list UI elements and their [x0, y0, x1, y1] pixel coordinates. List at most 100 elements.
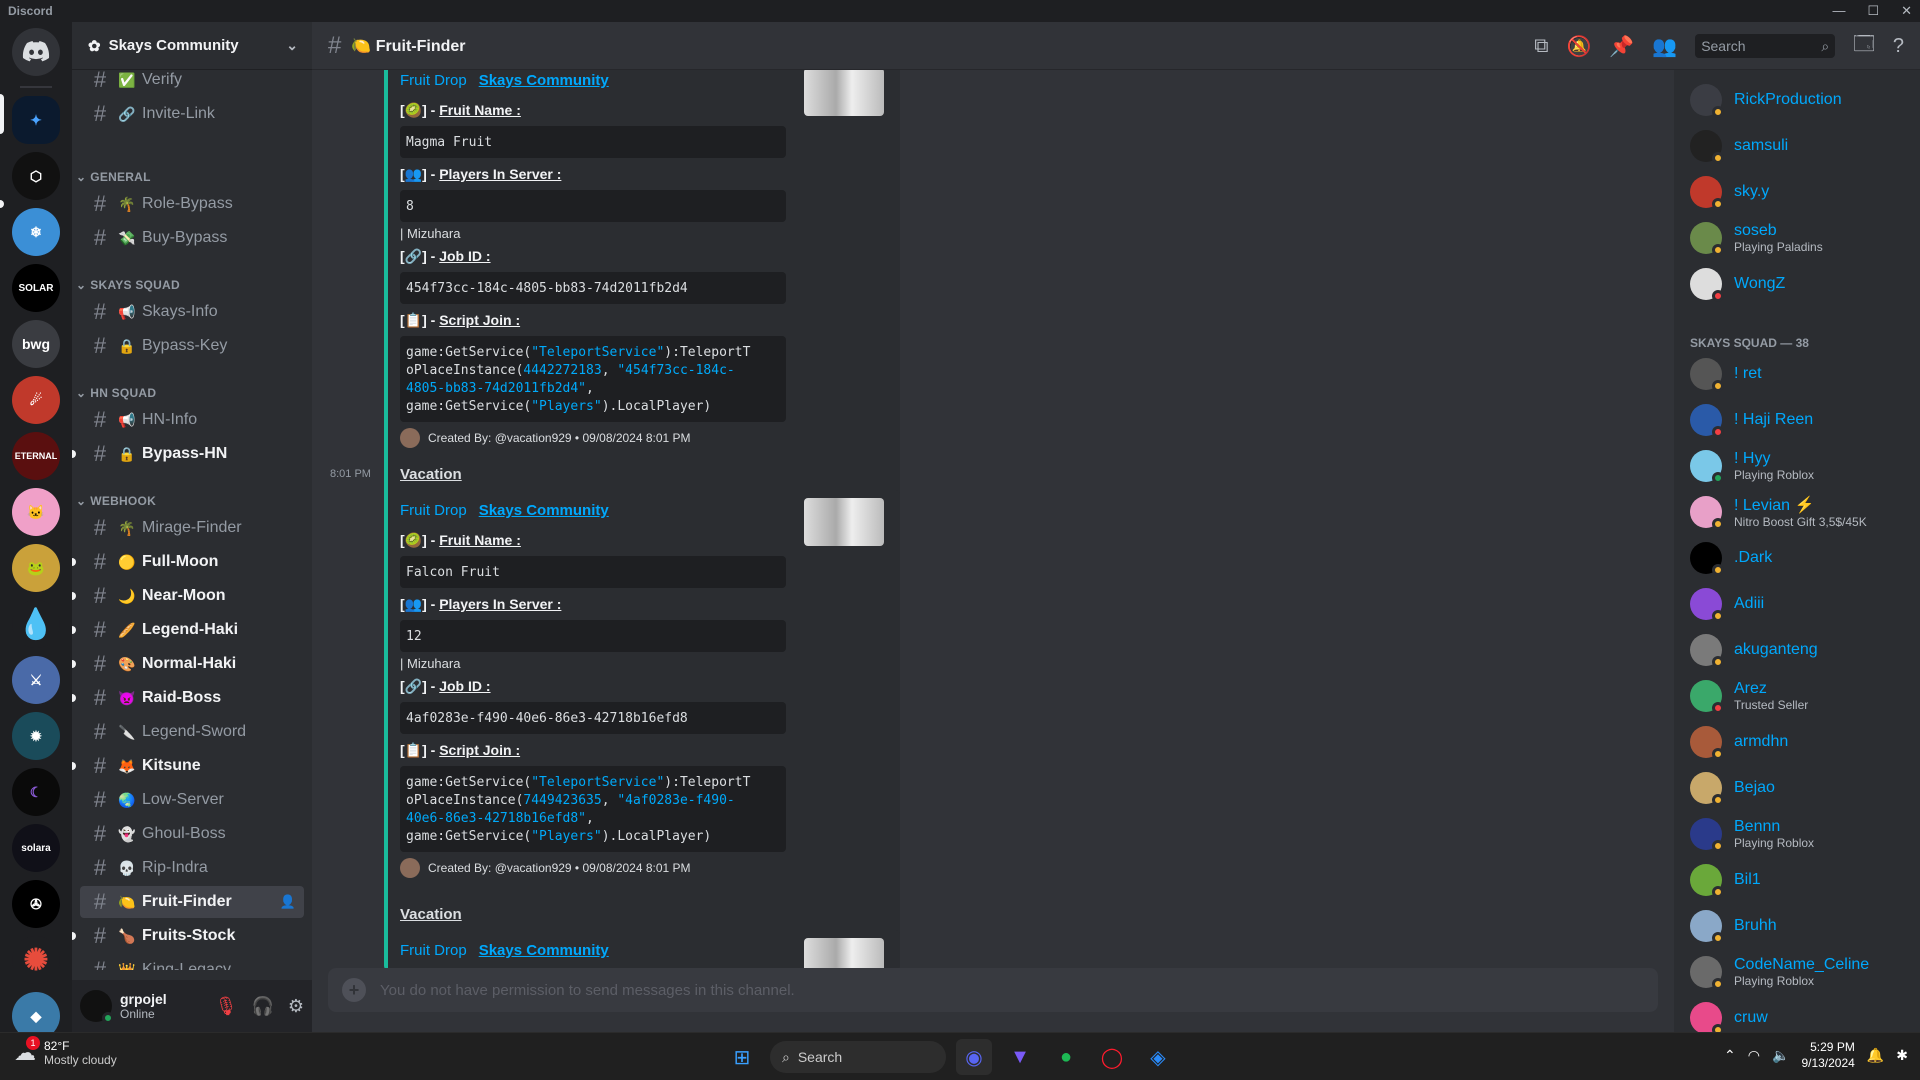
server-icon-eternal[interactable]: ETERNAL [12, 432, 60, 480]
member-item[interactable]: Adiii [1682, 582, 1912, 626]
chevron-up-icon[interactable]: ⌃ [1724, 1047, 1736, 1064]
inbox-icon[interactable]: 🗔 [1853, 29, 1875, 63]
pin-icon[interactable]: 📌 [1609, 34, 1634, 59]
channel-fruits-stock[interactable]: # 🍗 Fruits-Stock [72, 920, 304, 952]
member-item[interactable]: .Dark [1682, 536, 1912, 580]
channel-normal-haki[interactable]: # 🎨 Normal-Haki [72, 648, 304, 680]
server-icon-3[interactable]: ❄ [12, 208, 60, 256]
script-code-block[interactable]: game:GetService("TeleportService"):Telep… [400, 766, 786, 852]
channel-mirage-finder[interactable]: # 🌴 Mirage-Finder [80, 512, 304, 544]
member-item[interactable]: armdhn [1682, 720, 1912, 764]
message-username[interactable]: Vacation [400, 906, 462, 923]
server-icon-skays[interactable]: ✦ [12, 96, 60, 144]
app-taskbar-icon[interactable]: ▼ [1002, 1039, 1038, 1075]
messenger-icon[interactable]: ◈ [1140, 1039, 1176, 1075]
server-icon-8[interactable]: 🐱 [12, 488, 60, 536]
server-icon-11[interactable]: ⚔ [12, 656, 60, 704]
job-id-value[interactable]: 4af0283e-f490-40e6-86e3-42718b16efd8 [400, 702, 786, 734]
category-skays-squad[interactable]: ⌄ SKAYS SQUAD [76, 278, 180, 292]
copilot-icon[interactable]: ✱ [1896, 1047, 1908, 1064]
channel-king-legacy[interactable]: # 👑 King-Legacy [80, 954, 304, 970]
discord-home-icon[interactable] [12, 28, 60, 76]
channel-bypass-key[interactable]: # 🔒 Bypass-Key [80, 330, 304, 362]
member-item[interactable]: ! Haji Reen [1682, 398, 1912, 442]
microphone-muted-icon[interactable]: 🎙 [215, 996, 238, 1017]
category-general[interactable]: ⌄ GENERAL [76, 170, 151, 184]
channel-full-moon[interactable]: # 🟡 Full-Moon [72, 546, 304, 578]
channel-skays-info[interactable]: # 📢 Skays-Info [80, 296, 304, 328]
member-item[interactable]: ! Hyy Playing Roblox [1682, 444, 1912, 488]
channel-hn-info[interactable]: # 📢 HN-Info [80, 404, 304, 436]
chevron-down-icon[interactable]: ⌄ [286, 37, 298, 54]
category-hn-squad[interactable]: ⌄ HN SQUAD [76, 386, 156, 400]
help-icon[interactable]: ? [1893, 35, 1904, 58]
spotify-icon[interactable]: ● [1048, 1039, 1084, 1075]
message-input[interactable]: + You do not have permission to send mes… [328, 968, 1658, 1012]
headphones-icon[interactable]: 🎧 [251, 996, 273, 1017]
server-icon-17[interactable]: ◆ [12, 992, 60, 1032]
channel-buy-bypass[interactable]: # 💸 Buy-Bypass [80, 222, 304, 254]
member-item[interactable]: sky.y [1682, 170, 1912, 214]
embed-author-link[interactable]: Skays Community [479, 942, 609, 959]
server-icon-10[interactable]: 💧 [12, 600, 60, 648]
embed-thumbnail[interactable] [804, 498, 884, 546]
volume-icon[interactable]: 🔈 [1772, 1047, 1789, 1064]
maximize-icon[interactable]: ☐ [1867, 3, 1879, 19]
channel-legend-haki[interactable]: # 🥖 Legend-Haki [72, 614, 304, 646]
job-id-value[interactable]: 454f73cc-184c-4805-bb83-74d2011fb2d4 [400, 272, 786, 304]
server-icon-15[interactable]: ✇ [12, 880, 60, 928]
taskbar-search[interactable]: ⌕ Search [770, 1041, 946, 1073]
channel-ghoul-boss[interactable]: # 👻 Ghoul-Boss [80, 818, 304, 850]
member-item[interactable]: CodeName_Celine Playing Roblox [1682, 950, 1912, 994]
server-icon-13[interactable]: ☾ [12, 768, 60, 816]
member-list-icon[interactable]: 👥 [1652, 34, 1677, 59]
server-icon-bwg[interactable]: bwg [12, 320, 60, 368]
channel-legend-sword[interactable]: # 🔪 Legend-Sword [80, 716, 304, 748]
channel-raid-boss[interactable]: # 👿 Raid-Boss [72, 682, 304, 714]
member-item[interactable]: Bruhh [1682, 904, 1912, 948]
member-item[interactable]: ! Levian ⚡ Nitro Boost Gift 3,5$/45K [1682, 490, 1912, 534]
notification-bell-icon[interactable]: 🔔 [1867, 1047, 1884, 1064]
member-item[interactable]: Bejao [1682, 766, 1912, 810]
script-code-block[interactable]: game:GetService("TeleportService"):Telep… [400, 336, 786, 422]
close-icon[interactable]: ✕ [1901, 3, 1912, 19]
search-input[interactable]: Search ⌕ [1695, 34, 1836, 58]
member-item[interactable]: cruw [1682, 996, 1912, 1032]
windows-start-icon[interactable]: ⊞ [724, 1039, 760, 1075]
channel-bypass-hn[interactable]: # 🔒 Bypass-HN [72, 438, 304, 470]
member-item[interactable]: samsuli [1682, 124, 1912, 168]
embed-author-link[interactable]: Skays Community [479, 72, 609, 89]
discord-taskbar-icon[interactable]: ◉ [956, 1039, 992, 1075]
member-item[interactable]: Arez Trusted Seller [1682, 674, 1912, 718]
threads-icon[interactable]: ⧉ [1534, 35, 1548, 58]
channel-rip-indra[interactable]: # 💀 Rip-Indra [80, 852, 304, 884]
notification-bell-muted-icon[interactable]: 🔕 [1566, 34, 1591, 59]
channel-fruit-finder[interactable]: # 🍋 Fruit-Finder 👤 [80, 886, 304, 918]
server-icon-12[interactable]: ✹ [12, 712, 60, 760]
channel-kitsune[interactable]: # 🦊 Kitsune [72, 750, 304, 782]
member-item[interactable]: WongZ [1682, 262, 1912, 306]
member-item[interactable]: RickProduction [1682, 78, 1912, 122]
server-icon-9[interactable]: 🐸 [12, 544, 60, 592]
embed-thumbnail[interactable] [804, 938, 884, 970]
gear-icon[interactable]: ⚙ [288, 996, 304, 1017]
embed-author-link[interactable]: Skays Community [479, 502, 609, 519]
server-icon-14[interactable]: solara [12, 824, 60, 872]
server-header[interactable]: ✿ Skays Community ⌄ [72, 22, 312, 70]
clock[interactable]: 5:29 PM 9/13/2024 [1801, 1039, 1854, 1071]
message-username[interactable]: Vacation [400, 466, 462, 483]
wifi-icon[interactable]: ◠ [1748, 1047, 1760, 1064]
weather-widget[interactable]: ☁ 1 82°F Mostly cloudy [14, 1036, 117, 1067]
plus-icon[interactable]: + [342, 978, 366, 1002]
member-item[interactable]: Bil1 [1682, 858, 1912, 902]
minimize-icon[interactable]: — [1832, 3, 1845, 19]
opera-icon[interactable]: ◯ [1094, 1039, 1130, 1075]
channel-low-server[interactable]: # 🌏 Low-Server [80, 784, 304, 816]
server-icon-16[interactable]: ✺ [12, 936, 60, 984]
channel-verify[interactable]: # ✅ Verify [80, 70, 304, 96]
embed-thumbnail[interactable] [804, 70, 884, 116]
member-item[interactable]: akuganteng [1682, 628, 1912, 672]
server-icon-solar[interactable]: SOLAR [12, 264, 60, 312]
add-member-icon[interactable]: 👤 [280, 894, 296, 910]
server-icon-6[interactable]: ☄ [12, 376, 60, 424]
